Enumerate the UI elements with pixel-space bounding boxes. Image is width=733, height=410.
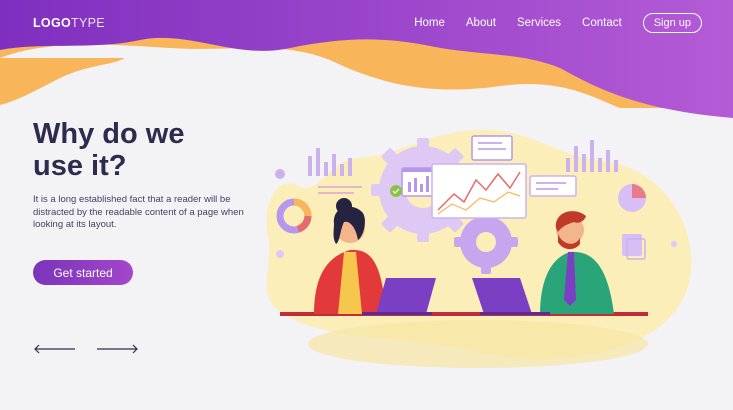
check-icon (390, 185, 402, 197)
chart-window (529, 175, 577, 197)
team-analytics-illustration (266, 129, 692, 368)
signup-button[interactable]: Sign up (642, 13, 702, 33)
hero-title: Why do we use it? (33, 118, 185, 182)
arrow-right-icon[interactable] (95, 343, 139, 355)
top-nav: Home About Services Contact Sign up (414, 13, 702, 33)
logo-text-bold: LOGO (33, 16, 72, 30)
hero-description: It is a long established fact that a rea… (33, 194, 244, 230)
nav-contact[interactable]: Contact (582, 17, 622, 29)
arrow-left-icon[interactable] (33, 343, 77, 355)
nav-home[interactable]: Home (414, 17, 445, 29)
landing-page: LOGOTYPE Home About Services Contact Sig… (0, 0, 733, 410)
line-chart-window (431, 163, 527, 219)
logo[interactable]: LOGOTYPE (33, 16, 105, 30)
document-icon (622, 234, 642, 256)
pie-chart-icon (618, 184, 646, 212)
logo-text-light: TYPE (71, 16, 105, 30)
nav-services[interactable]: Services (517, 17, 561, 29)
get-started-button[interactable]: Get started (33, 260, 133, 285)
nav-about[interactable]: About (466, 17, 496, 29)
chart-window (471, 135, 513, 161)
